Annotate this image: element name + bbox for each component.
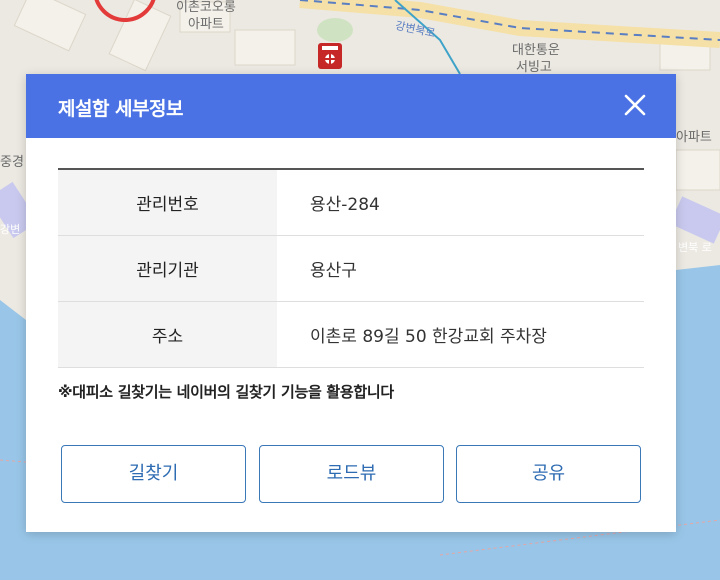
directions-notice: ※대피소 길찾기는 네이버의 길찾기 기능을 활용합니다 [58, 383, 394, 401]
snow-box-marker-icon[interactable] [317, 42, 343, 72]
map-label-apartment-2: 아파트 [188, 17, 224, 32]
modal-title: 제설함 세부정보 [58, 98, 183, 120]
table-row: 관리기관 용산구 [58, 235, 644, 302]
roadview-button[interactable]: 로드뷰 [259, 445, 444, 503]
row-value-address: 이촌로 89길 50 한강교회 주차장 [277, 301, 644, 368]
share-button[interactable]: 공유 [456, 445, 641, 503]
directions-button[interactable]: 길찾기 [61, 445, 246, 503]
map-label-left: 중경 [0, 155, 24, 170]
map-label-building: 대한통운 [512, 43, 560, 58]
modal-header: 제설함 세부정보 [26, 74, 676, 138]
close-icon[interactable] [620, 90, 650, 120]
map-label-road-left: 강변 [0, 223, 21, 236]
table-row: 관리번호 용산-284 [58, 169, 644, 236]
table-row: 주소 이촌로 89길 50 한강교회 주차장 [58, 301, 644, 368]
row-label-management-agency: 관리기관 [58, 235, 277, 302]
row-label-address: 주소 [58, 301, 277, 368]
detail-table: 관리번호 용산-284 관리기관 용산구 주소 이촌로 89길 50 한강교회 … [58, 168, 644, 368]
row-value-management-agency: 용산구 [277, 235, 644, 302]
map-label-apartment: 이촌코오롱 [176, 0, 236, 15]
row-value-management-number: 용산-284 [277, 169, 644, 236]
row-label-management-number: 관리번호 [58, 169, 277, 236]
map-label-building-2: 서빙고 [516, 60, 552, 75]
map-label-road-right: 변북 로 [678, 241, 712, 254]
map-label-apartment-right: 아파트 [676, 130, 712, 145]
snow-box-detail-modal: 제설함 세부정보 관리번호 용산-284 관리기관 용산구 주소 이촌로 89길… [26, 74, 676, 532]
